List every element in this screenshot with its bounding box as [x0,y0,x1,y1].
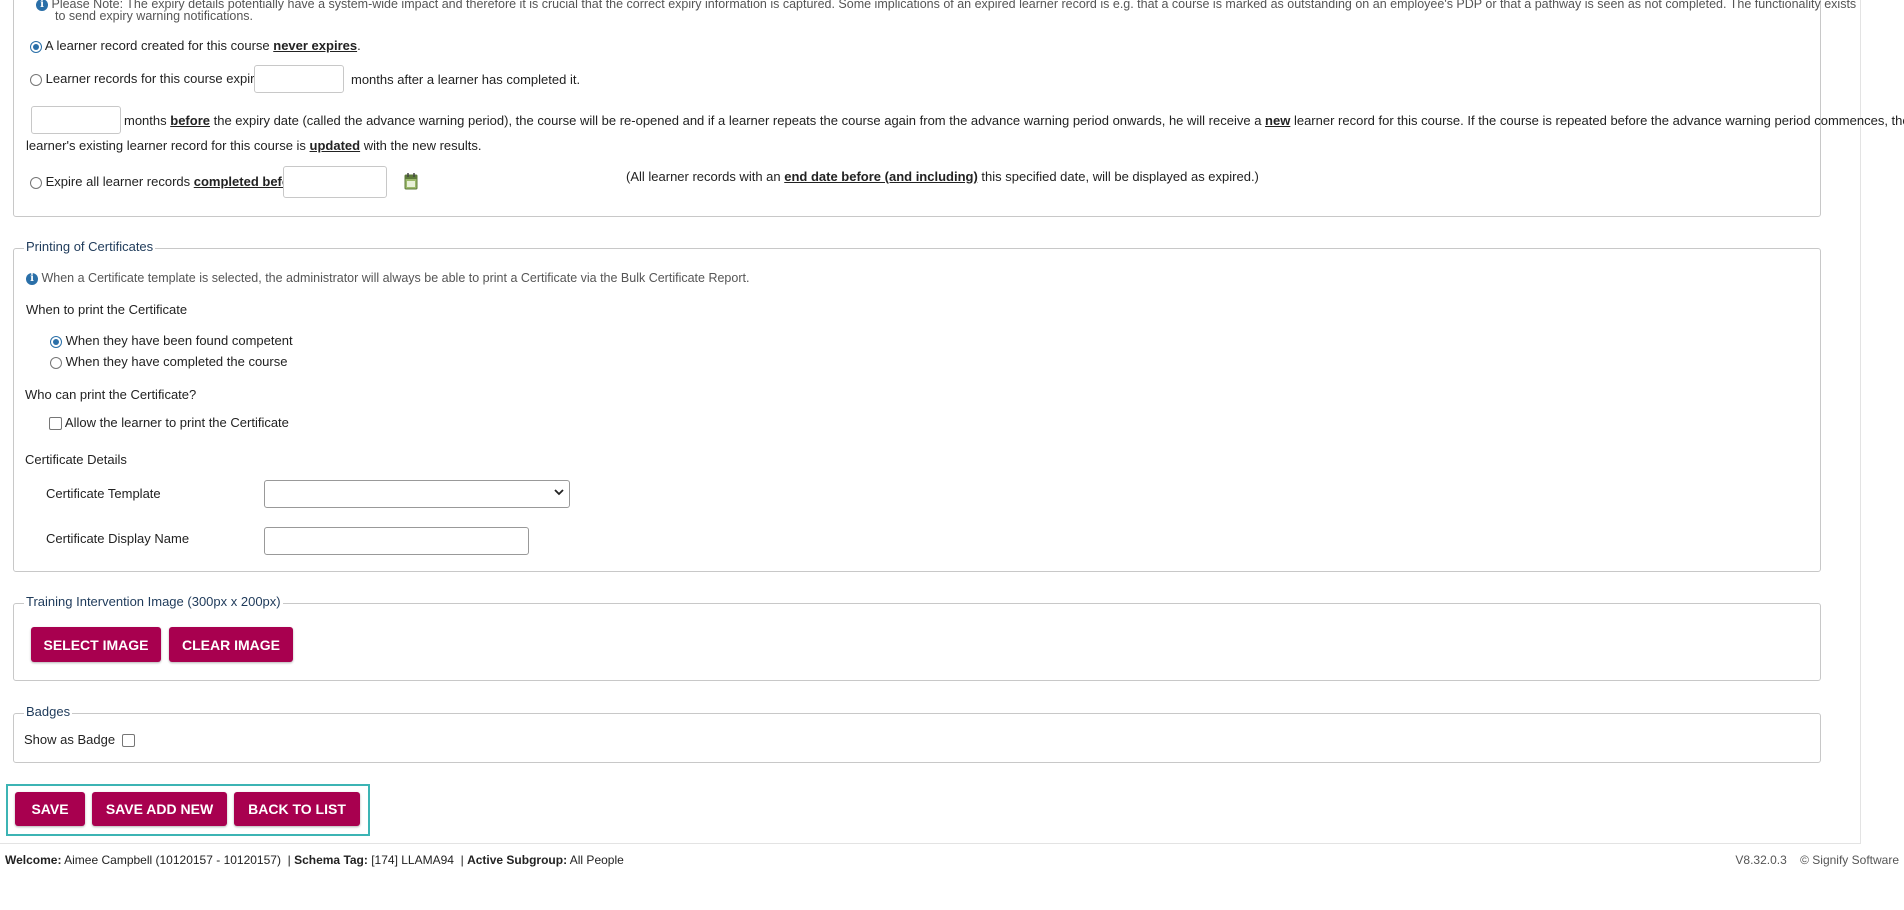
when-completed-radio[interactable] [50,356,62,369]
expire-months-suffix: months after a learner has completed it. [351,72,581,87]
expire-before-date-radio[interactable] [30,176,42,189]
expire-months-prefix: Learner records for this course expire [45,71,262,86]
subgroup-value: All People [567,853,624,867]
when-to-print-heading: When to print the Certificate [26,302,188,317]
certificate-display-name-label: Certificate Display Name [46,531,190,546]
footer-bar: Welcome: Aimee Campbell (10120157 - 1012… [0,850,1904,870]
certificate-details-heading: Certificate Details [25,452,127,467]
expiry-note-line2: to send expiry warning notifications. [55,9,254,23]
allow-learner-option[interactable]: Allow the learner to print the Certifica… [49,415,289,431]
badges-legend: Badges [24,704,73,719]
option-expire-months[interactable]: Learner records for this course expire [30,71,262,86]
calendar-icon[interactable] [403,172,419,190]
expire-months-input[interactable] [254,65,344,93]
schema-value: [174] LLAMA94 [367,853,454,867]
chevron-down-icon [554,489,564,496]
expire-months-radio[interactable] [30,73,42,86]
save-add-new-button[interactable]: SAVE ADD NEW [92,792,227,826]
version-text: V8.32.0.3 [1735,853,1787,867]
welcome-label: Welcome: [5,853,62,867]
expire-before-date-info: (All learner records with an end date be… [626,169,1259,184]
certificate-template-select[interactable] [264,480,570,508]
footer-session-info: Welcome: Aimee Campbell (10120157 - 1012… [5,853,624,867]
save-button[interactable]: SAVE [15,792,85,826]
expiry-fieldset: i Please Note: The expiry details potent… [13,0,1904,217]
advance-warning-text-line2: learner's existing learner record for th… [26,138,482,153]
main-content: i Please Note: The expiry details potent… [0,0,1904,844]
schema-label: Schema Tag: [294,853,368,867]
advance-warning-text: months before the expiry date (called th… [124,113,1904,128]
certificate-template-label: Certificate Template [46,486,161,501]
when-competent-option[interactable]: When they have been found competent [50,333,293,348]
when-competent-radio[interactable] [50,335,62,348]
option-expire-before-date[interactable]: Expire all learner records completed bef… [30,174,302,189]
expire-before-date-input[interactable] [283,166,387,198]
footer-version-info: V8.32.0.3 © Signify Software [1735,853,1899,867]
never-expires-label: A learner record created for this course… [44,38,361,53]
copyright-text: © Signify Software [1800,853,1899,867]
info-icon: i [36,0,48,11]
expiry-note-text: Please Note: The expiry details potentia… [51,0,1857,11]
never-expires-radio[interactable] [30,40,42,53]
advance-warning-input[interactable] [31,106,121,134]
allow-learner-checkbox[interactable] [49,417,62,431]
welcome-value: Aimee Campbell (10120157 - 10120157) [61,853,281,867]
certificates-info: i When a Certificate template is selecte… [26,271,749,285]
certificates-fieldset: Printing of Certificates i When a Certif… [13,239,1821,572]
who-can-print-heading: Who can print the Certificate? [25,387,197,402]
clear-image-button[interactable]: CLEAR IMAGE [169,627,293,662]
subgroup-label: Active Subgroup: [467,853,568,867]
badges-fieldset: Badges Show as Badge [13,704,1821,763]
expire-before-date-label: Expire all learner records completed bef… [45,174,303,189]
show-as-badge-option[interactable]: Show as Badge [24,732,135,748]
certificates-legend: Printing of Certificates [24,239,156,254]
back-to-list-button[interactable]: BACK TO LIST [234,792,360,826]
image-legend: Training Intervention Image (300px x 200… [24,594,283,609]
show-as-badge-checkbox[interactable] [121,734,135,748]
certificate-display-name-input[interactable] [264,527,529,555]
image-fieldset: Training Intervention Image (300px x 200… [13,594,1821,681]
expiry-note: i Please Note: The expiry details potent… [36,0,1856,11]
info-icon: i [26,272,38,285]
when-completed-option[interactable]: When they have completed the course [50,354,287,369]
option-never-expires[interactable]: A learner record created for this course… [30,38,361,53]
select-image-button[interactable]: SELECT IMAGE [31,627,161,662]
